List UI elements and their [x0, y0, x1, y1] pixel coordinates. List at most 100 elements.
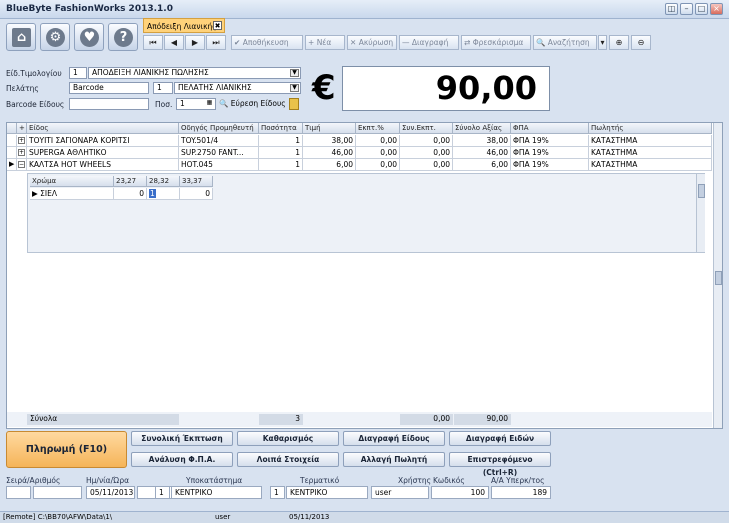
calculator-icon[interactable]: ▦ — [205, 100, 214, 108]
invoice-type-select[interactable]: ΑΠΟΔΕΙΞΗ ΛΙΑΝΙΚΗΣ ΠΩΛΗΣΗΣ ▼ — [88, 67, 301, 79]
clear-button[interactable]: Καθαρισμός — [237, 431, 339, 446]
tab-retail-receipt[interactable]: Απόδειξη Λιανικής ✖ — [143, 18, 225, 33]
scrollbar-thumb[interactable] — [698, 184, 705, 198]
column-header-supplier[interactable]: Οδηγός Προμηθευτή — [179, 123, 259, 134]
cancel-button[interactable]: ✕ Ακύρωση — [347, 35, 397, 50]
help-button[interactable]: ? — [108, 23, 138, 51]
column-header-seller[interactable]: Πωλητής — [589, 123, 712, 134]
refresh-button[interactable]: ⇄ Φρεσκάρισμα — [461, 35, 531, 50]
cell-supplier[interactable]: SUP.2750 FANT... — [179, 147, 259, 159]
cell-item[interactable]: SUPERGA ΑΘΛΗΤΙΚΟ — [27, 147, 179, 159]
cell-total-discount[interactable]: 0,00 — [400, 159, 453, 171]
sub-cell-color[interactable]: ▶ ΣΙΕΛ — [30, 188, 114, 200]
vat-analysis-button[interactable]: Ανάλυση Φ.Π.Α. — [131, 452, 233, 467]
new-button[interactable]: + Νέα — [305, 35, 345, 50]
cell-item[interactable]: ΚΑΛΤΣΑ HOT WHEELS — [27, 159, 179, 171]
cell-qty[interactable]: 1 — [259, 159, 303, 171]
close-tab-icon[interactable]: ✖ — [213, 21, 222, 30]
grid-scrollbar[interactable] — [713, 123, 722, 428]
sub-column-header-size1[interactable]: 23,27 — [114, 176, 147, 187]
cell-discount[interactable]: 0,00 — [356, 147, 400, 159]
cell-qty[interactable]: 1 — [259, 147, 303, 159]
customer-label: Πελάτης — [6, 84, 39, 93]
returned-item-button[interactable]: Επιστρεφόμενο (Ctrl+R) — [449, 452, 551, 477]
prev-record-button[interactable]: ◀ — [164, 35, 184, 50]
number-field — [33, 486, 82, 499]
minimize-icon[interactable]: – — [680, 3, 693, 15]
change-seller-button[interactable]: Αλλαγή Πωλητή — [343, 452, 445, 467]
column-header-discount[interactable]: Εκπτ.% — [356, 123, 400, 134]
find-item-button[interactable]: 🔍 Εύρεση Είδους — [219, 98, 287, 110]
zoom-in-icon[interactable]: ⊕ — [609, 35, 629, 50]
totals-row: Σύνολα 3 0,00 90,00 — [7, 412, 712, 427]
settings-button[interactable]: ⚙ — [40, 23, 70, 51]
last-record-button[interactable]: ⏭ — [206, 35, 226, 50]
column-header-total-discount[interactable]: Συν.Εκπτ. — [400, 123, 453, 134]
cell-total[interactable]: 46,00 — [453, 147, 511, 159]
chevron-down-icon[interactable]: ▼ — [290, 84, 299, 92]
cell-vat[interactable]: ΦΠΑ 19% — [511, 135, 589, 147]
chevron-down-icon[interactable]: ▼ — [290, 69, 299, 77]
restore-icon[interactable]: ◫ — [665, 3, 678, 15]
column-header-vat[interactable]: ΦΠΑ — [511, 123, 589, 134]
detail-scrollbar[interactable] — [696, 174, 705, 252]
column-header-price[interactable]: Τιμή — [303, 123, 356, 134]
cell-price[interactable]: 46,00 — [303, 147, 356, 159]
maximize-icon[interactable]: □ — [695, 3, 708, 15]
sub-column-header-size2[interactable]: 28,32 — [147, 176, 180, 187]
delete-items-button[interactable]: Διαγραφή Ειδών — [449, 431, 551, 446]
cell-item[interactable]: ΤΟΥΙΤΙ ΣΑΓΙΟΝΑΡΑ ΚΟΡΙΤΣΙ — [27, 135, 179, 147]
cell-total-discount[interactable]: 0,00 — [400, 135, 453, 147]
customer-search-field[interactable]: Barcode — [69, 82, 149, 94]
collapse-icon[interactable]: − — [18, 161, 25, 168]
search-dropdown-button[interactable]: ▾ — [598, 35, 607, 50]
customer-code[interactable]: 1 — [153, 82, 173, 94]
close-icon[interactable]: × — [710, 3, 723, 15]
cell-total[interactable]: 38,00 — [453, 135, 511, 147]
delete-button[interactable]: — Διαγραφή — [399, 35, 459, 50]
sub-cell-size2[interactable]: 1 — [147, 188, 180, 200]
next-record-button[interactable]: ▶ — [185, 35, 205, 50]
cell-seller[interactable]: ΚΑΤΑΣΤΗΜΑ — [589, 147, 712, 159]
barcode-input[interactable] — [69, 98, 149, 110]
cell-price[interactable]: 38,00 — [303, 135, 356, 147]
cell-price[interactable]: 6,00 — [303, 159, 356, 171]
folder-icon[interactable] — [289, 98, 299, 110]
cell-total-discount[interactable]: 0,00 — [400, 147, 453, 159]
sub-cell-size1[interactable]: 0 — [114, 188, 147, 200]
customer-select[interactable]: ΠΕΛΑΤΗΣ ΛΙΑΝΙΚΗΣ ▼ — [174, 82, 301, 94]
cell-vat[interactable]: ΦΠΑ 19% — [511, 159, 589, 171]
home-button[interactable]: ⌂ — [6, 23, 36, 51]
cell-supplier[interactable]: TOY.501/4 — [179, 135, 259, 147]
search-button[interactable]: 🔍 Αναζήτηση — [533, 35, 597, 50]
save-button[interactable]: ✔ Αποθήκευση — [231, 35, 303, 50]
zoom-out-icon[interactable]: ⊖ — [631, 35, 651, 50]
total-discount-button[interactable]: Συνολική Έκπτωση — [131, 431, 233, 446]
sub-cell-size3[interactable]: 0 — [180, 188, 213, 200]
column-header-total[interactable]: Σύνολο Αξίας — [453, 123, 511, 134]
favorites-button[interactable]: ♥ — [74, 23, 104, 51]
cell-seller[interactable]: ΚΑΤΑΣΤΗΜΑ — [589, 135, 712, 147]
cell-qty[interactable]: 1 — [259, 135, 303, 147]
invoice-type-code[interactable]: 1 — [69, 67, 87, 79]
other-info-button[interactable]: Λοιπά Στοιχεία — [237, 452, 339, 467]
expand-icon[interactable]: + — [18, 149, 25, 156]
status-user: user — [215, 513, 231, 521]
cell-seller[interactable]: ΚΑΤΑΣΤΗΜΑ — [589, 159, 712, 171]
delete-item-button[interactable]: Διαγραφή Είδους — [343, 431, 445, 446]
expand-icon[interactable]: + — [18, 137, 25, 144]
cell-supplier[interactable]: HOT.045 — [179, 159, 259, 171]
scrollbar-thumb[interactable] — [715, 271, 722, 285]
column-header-qty[interactable]: Ποσότητα — [259, 123, 303, 134]
qty-input[interactable]: 1 ▦ — [176, 98, 216, 110]
column-header-expand[interactable]: + — [17, 123, 27, 134]
sub-column-header-size3[interactable]: 33,37 — [180, 176, 213, 187]
sub-column-header-color[interactable]: Χρώμα — [30, 176, 114, 187]
cell-discount[interactable]: 0,00 — [356, 159, 400, 171]
cell-vat[interactable]: ΦΠΑ 19% — [511, 147, 589, 159]
column-header-item[interactable]: Είδος — [27, 123, 179, 134]
cell-total[interactable]: 6,00 — [453, 159, 511, 171]
pay-button[interactable]: Πληρωμή (F10) — [6, 431, 127, 468]
cell-discount[interactable]: 0,00 — [356, 135, 400, 147]
first-record-button[interactable]: ⏮ — [143, 35, 163, 50]
